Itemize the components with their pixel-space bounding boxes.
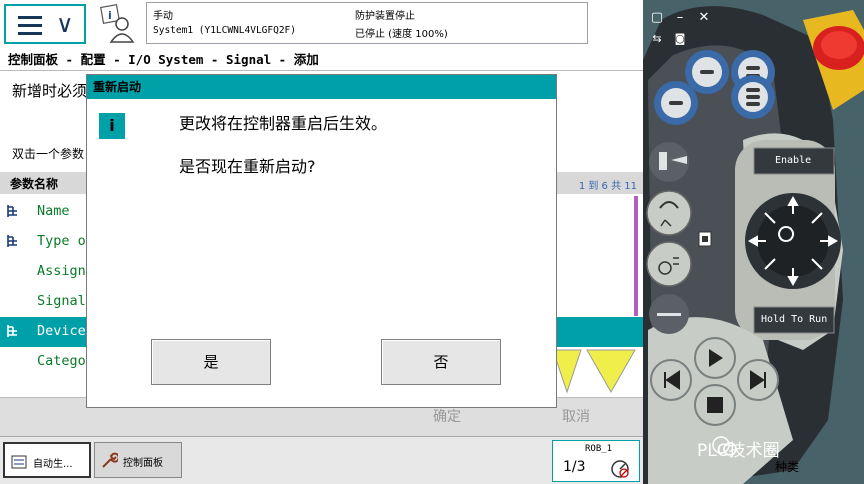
scroll-down-icon[interactable] bbox=[552, 349, 582, 394]
event-log-user-icon[interactable]: i bbox=[96, 4, 138, 44]
auto-production-icon bbox=[11, 455, 27, 469]
scroll-bottom-icon[interactable] bbox=[586, 349, 636, 394]
breadcrumb: 控制面板 - 配置 - I/O System - Signal - 添加 bbox=[8, 52, 319, 67]
dialog-message: 更改将在控制器重启后生效。 bbox=[179, 114, 388, 133]
double-click-hint: 双击一个参数 bbox=[12, 147, 85, 161]
emergency-stop-button[interactable] bbox=[813, 26, 864, 70]
programmable-key-1[interactable] bbox=[685, 50, 729, 94]
watermark: PLC技术圈 bbox=[697, 441, 780, 461]
breadcrumb-divider bbox=[0, 70, 643, 71]
param-required-icon bbox=[7, 205, 17, 217]
select-mechanical-unit-key[interactable] bbox=[649, 142, 689, 182]
task-panel-label: 控制面板 bbox=[123, 458, 163, 469]
info-icon: i bbox=[99, 113, 125, 139]
programmable-key-3[interactable] bbox=[654, 81, 698, 125]
pendant-controls bbox=[646, 26, 864, 456]
restart-dialog: 重新启动 i 更改将在控制器重启后生效。 是否现在重新启动? 是 否 bbox=[86, 74, 557, 408]
param-name: Device bbox=[37, 323, 86, 339]
param-name: Signal bbox=[37, 293, 86, 309]
stop-button[interactable] bbox=[694, 384, 736, 426]
task-auto-label: 自动生... bbox=[33, 459, 73, 470]
cancel-button[interactable]: 取消 bbox=[562, 406, 590, 426]
ok-button[interactable]: 确定 bbox=[433, 406, 461, 426]
param-required-icon bbox=[7, 325, 17, 337]
robot-label: ROB_1 bbox=[585, 444, 613, 454]
param-name-header: 参数名称 bbox=[10, 177, 59, 191]
toggle-motion-mode-key[interactable] bbox=[646, 190, 692, 236]
quickset-button[interactable]: ROB_1 1/3 bbox=[552, 440, 640, 482]
no-button[interactable]: 否 bbox=[381, 339, 501, 385]
status-system: System1 (Y1LCWNL4VLGFQ2F) bbox=[153, 25, 296, 36]
page-nav-arrows[interactable] bbox=[551, 348, 637, 396]
dialog-question: 是否现在重新启动? bbox=[179, 157, 316, 176]
scrollbar[interactable] bbox=[634, 196, 638, 316]
joystick[interactable] bbox=[745, 193, 841, 289]
param-required-icon bbox=[7, 235, 17, 247]
status-guard: 防护装置停止 bbox=[355, 11, 415, 22]
programmable-key-4[interactable] bbox=[731, 75, 775, 119]
start-button[interactable] bbox=[694, 337, 736, 379]
status-panel[interactable]: 手动 System1 (Y1LCWNL4VLGFQ2F) 防护装置停止 已停止 … bbox=[146, 2, 588, 44]
hold-run-key[interactable] bbox=[649, 294, 689, 334]
status-mode: 手动 bbox=[153, 11, 173, 22]
status-state: 已停止 (速度 100%) bbox=[355, 29, 448, 40]
chevron-down-icon: ∨ bbox=[56, 10, 74, 38]
speed-icon bbox=[611, 460, 629, 478]
row-count: 1 到 6 共 11 bbox=[578, 181, 637, 192]
flexpendant-hardware: ▢ – ✕ ⇆ ◙ Enable Hold To Run bbox=[643, 0, 864, 484]
new-signal-prompt: 新增时必须 bbox=[12, 82, 88, 100]
param-name: Assign bbox=[37, 263, 86, 279]
param-name: Catego bbox=[37, 353, 86, 369]
step-forward-button[interactable] bbox=[737, 359, 779, 401]
yes-button[interactable]: 是 bbox=[151, 339, 271, 385]
svg-text:i: i bbox=[108, 9, 112, 22]
param-name: Name bbox=[37, 203, 70, 219]
robot-fraction: 1/3 bbox=[563, 459, 586, 475]
background-app-text: 种类 bbox=[775, 460, 800, 474]
wrench-icon bbox=[102, 452, 118, 468]
enable-label: Enable bbox=[775, 155, 812, 166]
task-auto-production[interactable]: 自动生... bbox=[3, 442, 91, 478]
dialog-title: 重新启动 bbox=[87, 75, 556, 99]
hold-to-run-label: Hold To Run bbox=[761, 314, 828, 325]
toggle-increment-key[interactable] bbox=[646, 241, 692, 287]
top-bar: ∨ i 手动 System1 (Y1LCWNL4VLGFQ2F) 防护装置停止 … bbox=[0, 0, 643, 46]
teach-pendant-screen: ∨ i 手动 System1 (Y1LCWNL4VLGFQ2F) 防护装置停止 … bbox=[0, 0, 643, 484]
usb-port bbox=[698, 231, 712, 247]
step-back-button[interactable] bbox=[650, 359, 692, 401]
taskbar: 自动生... 控制面板 ROB_1 1/3 bbox=[0, 436, 643, 484]
main-menu-button[interactable]: ∨ bbox=[4, 4, 86, 44]
hamburger-icon bbox=[18, 16, 42, 35]
task-control-panel[interactable]: 控制面板 bbox=[94, 442, 182, 478]
